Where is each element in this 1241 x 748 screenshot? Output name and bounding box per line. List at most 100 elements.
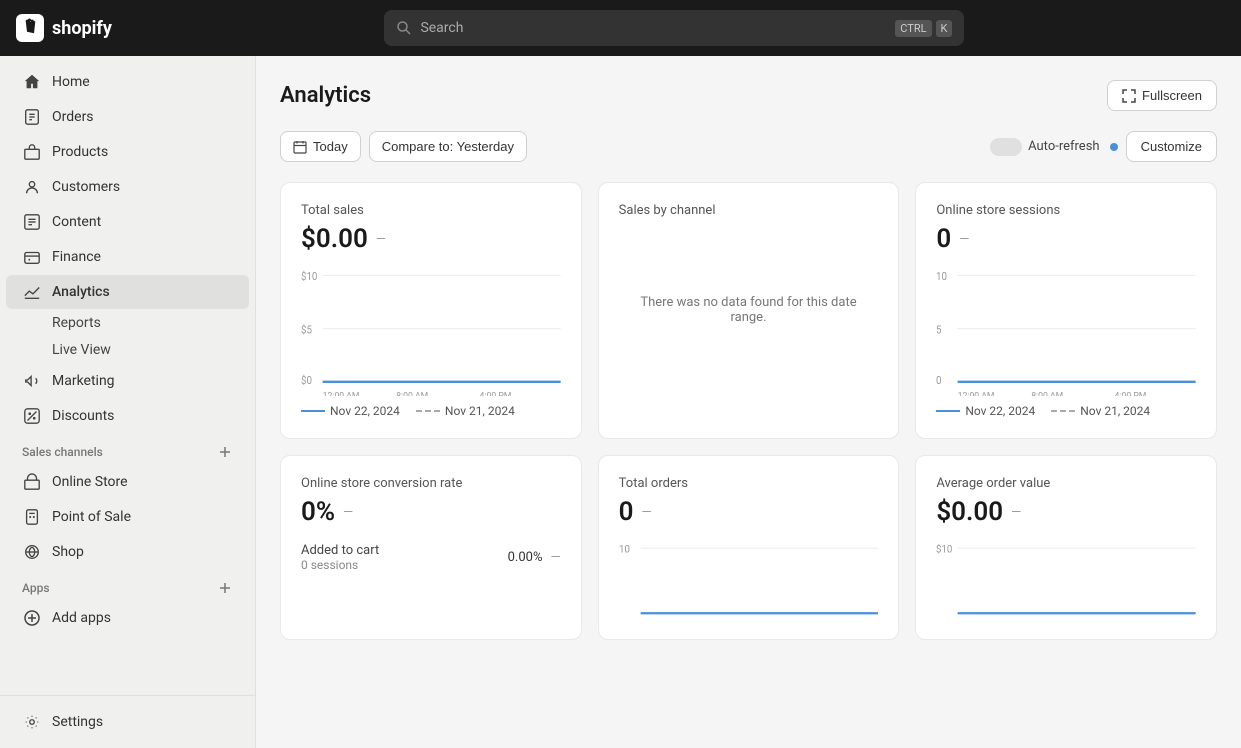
conversion-rate-sub-row: Added to cart 0 sessions 0.00% — <box>301 543 561 572</box>
auto-refresh-group: Auto-refresh Customize <box>990 131 1217 162</box>
calendar-icon <box>293 140 307 154</box>
svg-text:0: 0 <box>936 376 942 387</box>
sidebar-label-reports: Reports <box>52 315 101 331</box>
sidebar-label-settings: Settings <box>52 714 103 730</box>
toolbar: Today Compare to: Yesterday Auto-refresh… <box>280 131 1217 162</box>
sidebar-item-marketing[interactable]: Marketing <box>6 364 249 398</box>
today-label: Today <box>313 139 348 154</box>
online-sessions-badge: — <box>959 232 969 247</box>
auto-refresh-toggle[interactable]: Auto-refresh <box>990 138 1117 156</box>
total-orders-value: 0 — <box>619 497 879 527</box>
sidebar: Home Orders Products Cu <box>0 56 256 748</box>
avg-order-title: Average order value <box>936 476 1196 491</box>
finance-icon <box>22 247 42 267</box>
conversion-rate-card: Online store conversion rate 0% — Added … <box>280 455 582 640</box>
pos-icon <box>22 507 42 527</box>
sales-by-channel-chart: There was no data found for this date ra… <box>619 230 879 390</box>
expand-apps-icon[interactable] <box>217 580 233 596</box>
sessions-legend-line-previous <box>1051 410 1075 412</box>
keyboard-shortcut: CTRL K <box>895 20 952 37</box>
sessions-legend-line-current <box>936 410 960 412</box>
store-icon <box>22 472 42 492</box>
svg-text:4:00 PM: 4:00 PM <box>1115 391 1147 396</box>
conversion-rate-value: 0% — <box>301 497 561 527</box>
conversion-sub-value: 0.00% <box>508 550 543 565</box>
sales-by-channel-card: Sales by channel There was no data found… <box>598 182 900 439</box>
compare-button[interactable]: Compare to: Yesterday <box>369 131 527 162</box>
sidebar-label-marketing: Marketing <box>52 373 115 389</box>
kbd-k: K <box>936 20 953 37</box>
legend-current-label: Nov 22, 2024 <box>330 404 400 418</box>
analytics-icon <box>22 282 42 302</box>
total-sales-badge: — <box>376 232 386 247</box>
sidebar-item-online-store[interactable]: Online Store <box>6 465 249 499</box>
sidebar-label-analytics: Analytics <box>52 284 110 300</box>
sidebar-item-orders[interactable]: Orders <box>6 100 249 134</box>
total-orders-badge: — <box>642 505 652 520</box>
content-icon <box>22 212 42 232</box>
conversion-sub-label-group: Added to cart 0 sessions <box>301 543 379 572</box>
sidebar-item-content[interactable]: Content <box>6 205 249 239</box>
sidebar-label-orders: Orders <box>52 109 94 125</box>
topbar: shopify Search CTRL K <box>0 0 1241 56</box>
sidebar-item-discounts[interactable]: Discounts <box>6 399 249 433</box>
sidebar-item-point-of-sale[interactable]: Point of Sale <box>6 500 249 534</box>
products-icon <box>22 142 42 162</box>
today-button[interactable]: Today <box>280 131 361 162</box>
sidebar-footer: Settings <box>0 695 255 748</box>
no-data-message: There was no data found for this date ra… <box>619 230 879 390</box>
sidebar-item-live-view[interactable]: Live View <box>6 337 249 363</box>
sessions-legend-previous-label: Nov 21, 2024 <box>1080 404 1150 418</box>
total-sales-title: Total sales <box>301 203 561 218</box>
legend-current: Nov 22, 2024 <box>301 404 400 418</box>
customize-label: Customize <box>1141 139 1202 154</box>
sidebar-item-reports[interactable]: Reports <box>6 310 249 336</box>
svg-text:$10: $10 <box>301 270 318 284</box>
sidebar-item-products[interactable]: Products <box>6 135 249 169</box>
svg-text:8:00 AM: 8:00 AM <box>1032 391 1064 396</box>
page-title: Analytics <box>280 83 371 108</box>
fullscreen-button[interactable]: Fullscreen <box>1107 80 1217 111</box>
svg-text:10: 10 <box>619 544 630 555</box>
expand-sales-channels-icon[interactable] <box>217 444 233 460</box>
auto-refresh-switch[interactable] <box>990 138 1022 156</box>
sessions-legend-current-label: Nov 22, 2024 <box>965 404 1035 418</box>
marketing-icon <box>22 371 42 391</box>
analytics-cards-grid: Total sales $0.00 — $10 $5 $0 <box>280 182 1217 640</box>
svg-text:4:00 PM: 4:00 PM <box>480 391 512 396</box>
add-apps-icon <box>22 608 42 628</box>
page-header: Analytics Fullscreen <box>280 80 1217 111</box>
legend-previous: Nov 21, 2024 <box>416 404 515 418</box>
sidebar-item-customers[interactable]: Customers <box>6 170 249 204</box>
customize-button[interactable]: Customize <box>1126 131 1217 162</box>
sessions-legend-previous: Nov 21, 2024 <box>1051 404 1150 418</box>
sidebar-item-shop[interactable]: Shop <box>6 535 249 569</box>
apps-section: Apps <box>0 570 255 600</box>
sidebar-label-live-view: Live View <box>52 342 111 358</box>
orders-icon <box>22 107 42 127</box>
apps-label: Apps <box>22 581 50 595</box>
legend-line-current <box>301 410 325 412</box>
legend-previous-label: Nov 21, 2024 <box>445 404 515 418</box>
sidebar-item-settings[interactable]: Settings <box>6 705 249 739</box>
online-sessions-title: Online store sessions <box>936 203 1196 218</box>
sidebar-label-finance: Finance <box>52 249 101 265</box>
average-order-value-card: Average order value $0.00 — $10 <box>915 455 1217 640</box>
sidebar-label-content: Content <box>52 214 101 230</box>
sidebar-item-analytics[interactable]: Analytics <box>6 275 249 309</box>
sidebar-item-home[interactable]: Home <box>6 65 249 99</box>
main-content: Analytics Fullscreen Today Compare to: Y… <box>256 56 1241 748</box>
sidebar-label-home: Home <box>52 74 90 90</box>
total-sales-card: Total sales $0.00 — $10 $5 $0 <box>280 182 582 439</box>
total-sales-chart: $10 $5 $0 12:00 AM 8:00 AM 4:00 PM <box>301 266 561 396</box>
search-bar[interactable]: Search CTRL K <box>384 10 964 46</box>
sidebar-label-shop: Shop <box>52 544 84 560</box>
total-orders-card: Total orders 0 — 10 <box>598 455 900 640</box>
sidebar-nav: Home Orders Products Cu <box>0 56 255 695</box>
logo[interactable]: shopify <box>16 14 112 42</box>
svg-text:5: 5 <box>936 325 942 336</box>
sidebar-item-finance[interactable]: Finance <box>6 240 249 274</box>
online-store-sessions-card: Online store sessions 0 — 10 5 0 12:00 A… <box>915 182 1217 439</box>
online-sessions-value: 0 — <box>936 224 1196 254</box>
sidebar-item-add-apps[interactable]: Add apps <box>6 601 249 635</box>
